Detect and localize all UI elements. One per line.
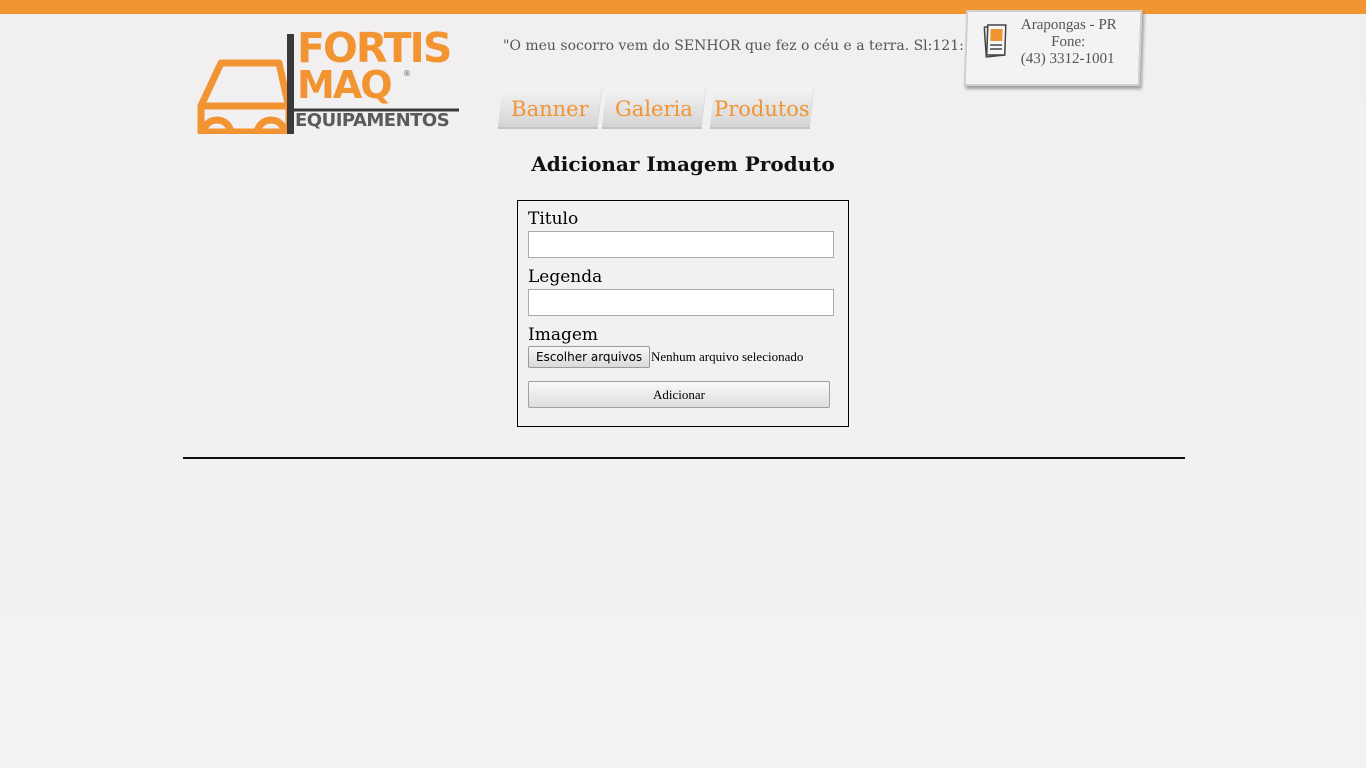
contact-city: Arapongas - PR	[1020, 17, 1117, 33]
content-divider	[183, 457, 1185, 459]
add-image-form: Titulo Legenda Imagem Escolher arquivos …	[517, 200, 849, 427]
contact-card: Arapongas - PR Fone: (43) 3312-1001	[963, 10, 1143, 86]
page-title: Adicionar Imagem Produto	[531, 152, 835, 176]
top-accent-bar	[0, 0, 1366, 14]
imagem-label: Imagem	[528, 325, 599, 345]
tab-produtos[interactable]: Produtos	[709, 87, 815, 129]
add-button[interactable]: Adicionar	[528, 381, 830, 408]
tab-galeria[interactable]: Galeria	[601, 87, 707, 129]
logo-text-maq: MAQ	[297, 63, 393, 107]
legenda-label: Legenda	[528, 267, 603, 287]
document-icon	[983, 24, 1007, 58]
titulo-input[interactable]	[528, 231, 834, 258]
choose-file-button[interactable]: Escolher arquivos	[528, 346, 651, 368]
header-quote: "O meu socorro vem do SENHOR que fez o c…	[503, 38, 989, 54]
tab-galeria-label: Galeria	[615, 97, 693, 121]
logo-text-equipamentos: EQUIPAMENTOS	[295, 110, 450, 131]
titulo-label: Titulo	[528, 209, 579, 229]
legenda-input[interactable]	[528, 289, 834, 316]
tab-banner-label: Banner	[511, 97, 589, 121]
logo-registered-mark: ®	[403, 69, 411, 78]
logo[interactable]: FORTIS MAQ ® EQUIPAMENTOS	[197, 28, 462, 134]
contact-phone-label: Fone:	[1050, 34, 1086, 50]
tab-produtos-label: Produtos	[714, 97, 810, 121]
file-status-text: Nenhum arquivo selecionado	[651, 349, 804, 364]
page: FORTIS MAQ ® EQUIPAMENTOS "O meu socorro…	[0, 0, 1366, 768]
contact-phone: (43) 3312-1001	[1020, 51, 1115, 67]
tab-banner[interactable]: Banner	[497, 87, 603, 129]
contact-text: Arapongas - PR Fone: (43) 3312-1001	[1008, 17, 1128, 68]
